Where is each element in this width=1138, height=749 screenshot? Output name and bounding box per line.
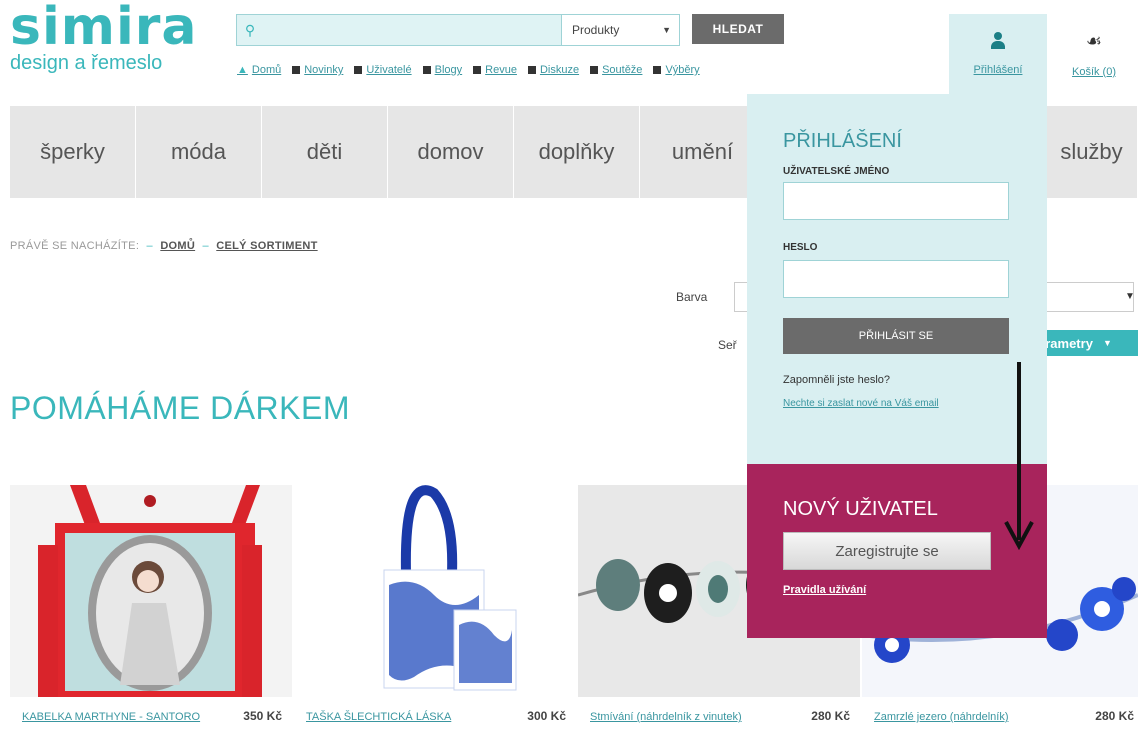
- login-submit-button[interactable]: PŘIHLÁSIT SE: [783, 318, 1009, 354]
- register-title: NOVÝ UŽIVATEL: [783, 498, 938, 520]
- square-bullet-icon: [590, 66, 599, 74]
- arrow-down-icon: [1004, 362, 1034, 550]
- square-bullet-icon: [354, 66, 363, 74]
- basket-icon: ☙: [1085, 30, 1103, 51]
- toplink-souteze[interactable]: Soutěže: [590, 64, 642, 76]
- usage-rules-link[interactable]: Pravidla užívání: [783, 584, 866, 596]
- category-doplnky[interactable]: doplňky: [514, 106, 640, 198]
- toplink-blogy[interactable]: Blogy: [422, 64, 463, 76]
- product-image-bag[interactable]: [10, 485, 292, 697]
- password-label: HESLO: [783, 242, 818, 253]
- search-category-value: Produkty: [572, 23, 620, 37]
- search-button[interactable]: HLEDAT: [692, 14, 784, 44]
- section-heading: POMÁHÁME DÁRKEM: [10, 390, 350, 426]
- toplink-souteze-label: Soutěže: [602, 64, 643, 76]
- breadcrumb-current[interactable]: CELÝ SORTIMENT: [216, 240, 317, 252]
- cart-label: Košík (0): [1071, 65, 1116, 78]
- product-card[interactable]: TAŠKA ŠLECHTICKÁ LÁSKA 300 Kč: [294, 485, 576, 723]
- square-bullet-icon: [292, 66, 301, 74]
- breadcrumb-home[interactable]: DOMŮ: [160, 240, 195, 252]
- send-password-link[interactable]: Nechte si zaslat nové na Váš email: [783, 394, 983, 413]
- category-deti[interactable]: děti: [262, 106, 388, 198]
- product-image-tote[interactable]: [294, 485, 576, 697]
- toplink-uzivatele-label: Uživatelé: [366, 64, 412, 76]
- product-name[interactable]: KABELKA MARTHYNE - SANTORO: [22, 709, 202, 726]
- product-name[interactable]: TAŠKA ŠLECHTICKÁ LÁSKA: [306, 709, 486, 726]
- logo-name: simira: [10, 0, 198, 57]
- login-title: PŘIHLÁŠENÍ: [783, 130, 902, 152]
- category-moda[interactable]: móda: [136, 106, 262, 198]
- user-icon: [989, 32, 1007, 50]
- product-price: 350 Kč: [243, 709, 282, 723]
- category-sperky[interactable]: šperky: [10, 106, 136, 198]
- toplink-diskuze[interactable]: Diskuze: [527, 64, 580, 76]
- login-toggle-label: Přihlášení: [973, 64, 1023, 76]
- home-icon: ▲: [237, 64, 248, 76]
- breadcrumb-prefix: PRÁVĚ SE NACHÁZÍTE:: [10, 240, 140, 252]
- top-links: ▲ Domů Novinky Uživatelé Blogy Revue Disk…: [237, 64, 700, 76]
- toplink-revue-label: Revue: [485, 64, 517, 76]
- square-bullet-icon: [527, 66, 536, 74]
- username-field[interactable]: [783, 182, 1009, 220]
- breadcrumb: PRÁVĚ SE NACHÁZÍTE: – DOMŮ – CELÝ SORTIM…: [10, 240, 318, 252]
- dropdown-arrow-icon: ▼: [662, 25, 671, 35]
- login-panel: PŘIHLÁŠENÍ UŽIVATELSKÉ JMÉNO HESLO PŘIHL…: [747, 94, 1047, 464]
- register-button[interactable]: Zaregistrujte se: [783, 532, 991, 570]
- search-bar: ⚲ Produkty ▼: [236, 14, 680, 46]
- toplink-home[interactable]: ▲ Domů: [237, 64, 281, 76]
- cart-link[interactable]: ☙ Košík (0): [1050, 14, 1138, 94]
- sort-label: Seř: [718, 338, 737, 352]
- square-bullet-icon: [653, 66, 662, 74]
- toplink-home-label: Domů: [251, 64, 282, 76]
- category-sluzby[interactable]: služby: [1046, 106, 1138, 198]
- color-filter-label: Barva: [676, 290, 708, 304]
- product-card[interactable]: KABELKA MARTHYNE - SANTORO 350 Kč: [10, 485, 292, 723]
- search-icon: ⚲: [244, 21, 256, 38]
- toplink-novinky-label: Novinky: [304, 64, 344, 76]
- toplink-novinky[interactable]: Novinky: [292, 64, 343, 76]
- dropdown-arrow-icon: ▼: [1102, 338, 1112, 348]
- toplink-diskuze-label: Diskuze: [539, 64, 580, 76]
- search-category-select[interactable]: Produkty ▼: [561, 15, 679, 45]
- product-price: 280 Kč: [1095, 709, 1134, 723]
- password-field[interactable]: [783, 260, 1009, 298]
- forgot-password-text: Zapomněli jste heslo?: [783, 374, 891, 386]
- username-label: UŽIVATELSKÉ JMÉNO: [783, 166, 890, 177]
- toplink-blogy-label: Blogy: [434, 64, 463, 76]
- product-name[interactable]: Stmívání (náhrdelník z vinutek): [590, 709, 770, 726]
- square-bullet-icon: [422, 66, 431, 74]
- toplink-vybery-label: Výběry: [665, 64, 700, 76]
- product-name[interactable]: Zamrzlé jezero (náhrdelník): [874, 709, 1054, 726]
- login-toggle[interactable]: Přihlášení: [949, 14, 1047, 94]
- dropdown-arrow-icon: ▼: [1125, 291, 1135, 302]
- toplink-uzivatele[interactable]: Uživatelé: [354, 64, 412, 76]
- product-price: 280 Kč: [811, 709, 850, 723]
- register-panel: NOVÝ UŽIVATEL Zaregistrujte se Pravidla …: [747, 464, 1047, 638]
- toplink-revue[interactable]: Revue: [473, 64, 517, 76]
- toplink-vybery[interactable]: Výběry: [653, 64, 700, 76]
- product-price: 300 Kč: [527, 709, 566, 723]
- category-domov[interactable]: domov: [388, 106, 514, 198]
- square-bullet-icon: [473, 66, 482, 74]
- site-logo[interactable]: simira design a řemeslo: [10, 0, 198, 75]
- search-input[interactable]: [263, 15, 561, 45]
